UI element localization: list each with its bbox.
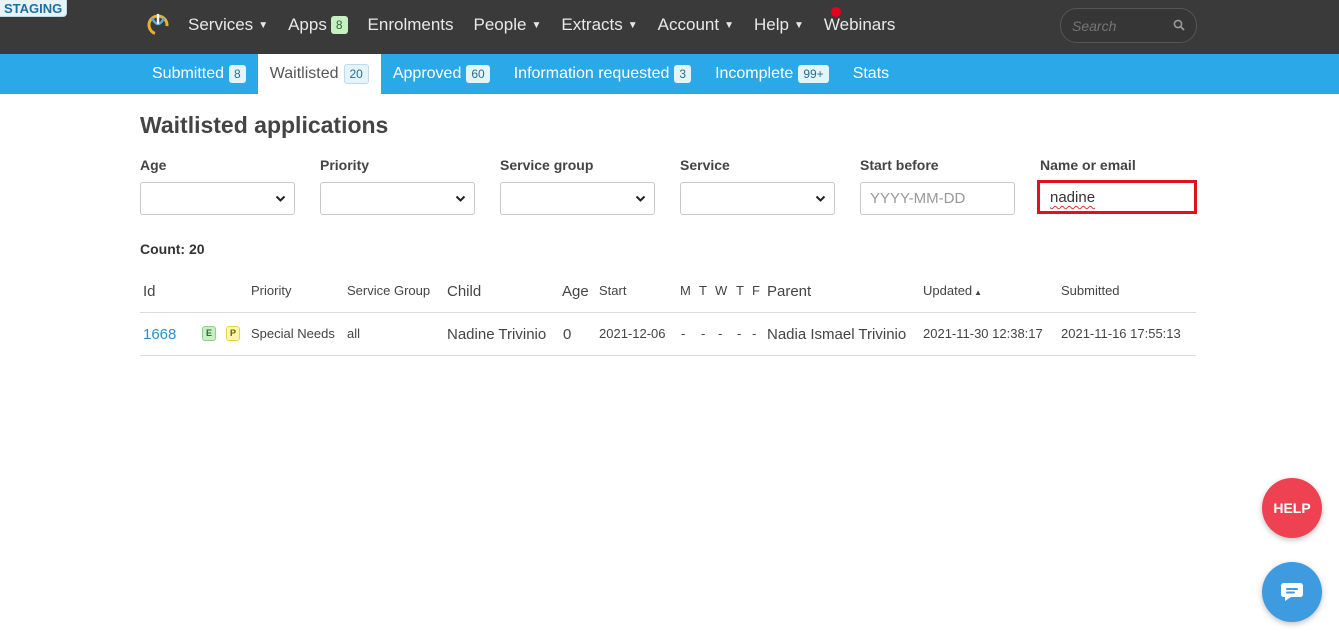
chevron-down-icon	[275, 195, 286, 202]
chevron-down-icon: ▼	[793, 19, 804, 31]
chevron-down-icon	[455, 195, 466, 202]
chat-button[interactable]	[1262, 562, 1322, 622]
nav-webinars[interactable]: Webinars	[824, 15, 896, 35]
search-input[interactable]	[1072, 18, 1172, 34]
filter-service-group: Service group	[500, 157, 655, 215]
filter-name-email: Name or email	[1040, 157, 1195, 174]
notification-dot	[831, 7, 841, 17]
column-header-age[interactable]: Age	[562, 283, 589, 300]
tab-count-badge: 3	[674, 65, 692, 83]
row-day-friday: -	[752, 326, 757, 341]
chevron-down-icon	[815, 195, 826, 202]
column-header-child[interactable]: Child	[447, 283, 481, 300]
service-select[interactable]	[680, 182, 835, 215]
filter-start-before: Start before YYYY-MM-DD	[860, 157, 1015, 215]
table-header-divider	[140, 312, 1196, 313]
filter-priority: Priority	[320, 157, 475, 215]
column-header-priority[interactable]: Priority	[251, 283, 291, 298]
tab-incomplete[interactable]: Incomplete 99+	[703, 54, 841, 94]
top-navbar: STAGING Services ▼ Apps 8 Enrolments Peopl…	[0, 0, 1339, 54]
name-email-value: nadine	[1050, 189, 1096, 206]
nav-help[interactable]: Help ▼	[754, 15, 804, 35]
column-header-friday: F	[752, 283, 760, 298]
tab-count-badge: 20	[343, 64, 369, 84]
filter-label: Age	[140, 157, 167, 173]
filter-label: Name or email	[1040, 157, 1136, 173]
column-header-service-group[interactable]: Service Group	[347, 283, 430, 298]
tab-count-badge: 99+	[798, 65, 829, 83]
application-id-link[interactable]: 1668	[143, 326, 176, 343]
tab-approved[interactable]: Approved 60	[381, 54, 502, 94]
row-day-monday: -	[681, 326, 686, 341]
filter-label: Service	[680, 157, 730, 173]
row-priority: Special Needs	[251, 326, 335, 341]
tab-count-badge: 8	[229, 65, 246, 83]
row-day-wednesday: -	[718, 326, 723, 341]
row-updated: 2021-11-30 12:38:17	[923, 326, 1043, 341]
row-age: 0	[563, 326, 572, 343]
tab-stats[interactable]: Stats	[841, 54, 901, 94]
row-day-thursday: -	[737, 326, 742, 341]
apps-count-badge: 8	[330, 16, 348, 34]
sort-ascending-icon: ▲	[974, 288, 983, 297]
row-service-group: all	[347, 326, 361, 341]
age-select[interactable]	[140, 182, 295, 215]
tab-count-badge: 60	[466, 65, 490, 83]
row-day-tuesday: -	[701, 326, 706, 341]
tag-p-badge: P	[226, 326, 240, 341]
logo-icon[interactable]	[146, 12, 170, 36]
tab-information-requested[interactable]: Information requested 3	[502, 54, 703, 94]
chevron-down-icon: ▼	[724, 19, 735, 31]
row-submitted: 2021-11-16 17:55:13	[1061, 326, 1181, 341]
search-box[interactable]	[1060, 8, 1197, 43]
staging-badge: STAGING	[0, 0, 68, 17]
status-tabbar: Submitted 8 Waitlisted 20 Approved 60 Infor…	[0, 54, 1339, 94]
main-nav: Services ▼ Apps 8 Enrolments People ▼ Extra…	[188, 0, 915, 50]
chevron-down-icon: ▼	[627, 19, 638, 31]
page-title: Waitlisted applications	[140, 112, 389, 138]
column-header-updated[interactable]: Updated ▲	[923, 283, 982, 298]
search-icon[interactable]	[1173, 19, 1185, 31]
filter-service: Service	[680, 157, 835, 215]
row-start: 2021-12-06	[599, 326, 666, 341]
name-email-input[interactable]: nadine	[1037, 180, 1197, 214]
column-header-thursday: T	[736, 283, 744, 298]
nav-services[interactable]: Services ▼	[188, 15, 268, 35]
row-child: Nadine Trivinio	[447, 326, 547, 343]
table-row-divider	[140, 355, 1196, 356]
row-parent: Nadia Ismael Trivinio	[767, 326, 907, 343]
tab-waitlisted[interactable]: Waitlisted 20	[257, 54, 381, 94]
column-header-id[interactable]: Id	[143, 283, 156, 300]
result-count: Count: 20	[140, 241, 205, 257]
tab-submitted[interactable]: Submitted 8	[140, 54, 258, 94]
column-header-wednesday: W	[715, 283, 728, 298]
nav-people[interactable]: People ▼	[474, 15, 542, 35]
tag-e-badge: E	[202, 326, 216, 341]
nav-enrolments[interactable]: Enrolments	[368, 15, 454, 35]
column-header-start[interactable]: Start	[599, 283, 626, 298]
nav-account[interactable]: Account ▼	[658, 15, 734, 35]
column-header-parent[interactable]: Parent	[767, 283, 811, 300]
column-header-tuesday: T	[699, 283, 707, 298]
filter-label: Start before	[860, 157, 939, 173]
chevron-down-icon	[635, 195, 646, 202]
priority-select[interactable]	[320, 182, 475, 215]
nav-apps[interactable]: Apps 8	[288, 15, 348, 35]
chevron-down-icon: ▼	[258, 19, 269, 31]
column-header-submitted[interactable]: Submitted	[1061, 283, 1120, 298]
chat-icon	[1281, 583, 1303, 601]
filter-age: Age	[140, 157, 295, 215]
service-group-select[interactable]	[500, 182, 655, 215]
nav-extracts[interactable]: Extracts ▼	[561, 15, 637, 35]
start-before-input[interactable]: YYYY-MM-DD	[860, 182, 1015, 215]
chevron-down-icon: ▼	[531, 19, 542, 31]
column-header-monday: M	[680, 283, 691, 298]
filter-label: Priority	[320, 157, 370, 173]
filter-label: Service group	[500, 157, 594, 173]
help-button[interactable]: HELP	[1262, 478, 1322, 538]
